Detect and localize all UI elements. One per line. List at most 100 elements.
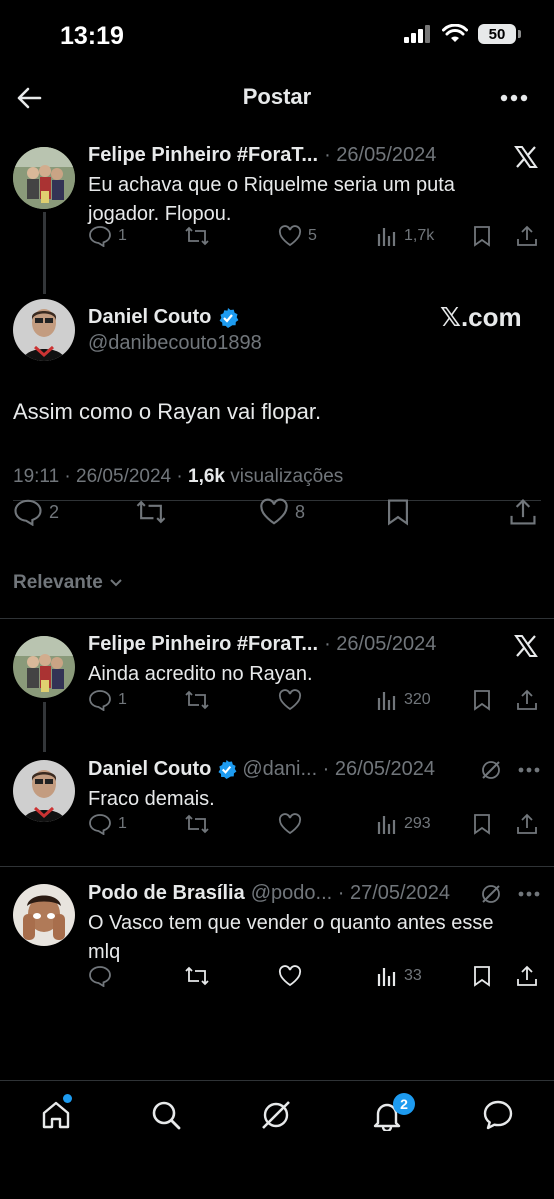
reply-count: 1 <box>118 691 127 708</box>
avatar-podo[interactable] <box>13 884 75 946</box>
bottom-nav: 2 <box>0 1080 554 1199</box>
views-icon <box>377 816 396 834</box>
sort-dropdown[interactable]: Relevante <box>13 572 123 594</box>
tweet-header: Felipe Pinheiro #ForaT... · 26/05/2024 <box>88 633 436 656</box>
tweet-timestamp: 19:11 · 26/05/2024 · 1,6k visualizações <box>13 466 343 488</box>
bookmark-icon[interactable] <box>385 498 411 526</box>
tweet-text-line: Eu achava que o Riquelme seria um puta <box>88 174 455 196</box>
tweet-text-line: jogador. Flopou. <box>88 203 232 225</box>
bookmark-icon[interactable] <box>472 225 492 247</box>
status-icons: 50 <box>404 24 521 44</box>
more-options-icon[interactable] <box>500 94 528 102</box>
views-button[interactable]: 293 <box>376 814 431 834</box>
wifi-icon <box>442 24 468 42</box>
heart-icon <box>260 498 288 525</box>
reply-button[interactable]: 1 <box>88 689 127 711</box>
avatar-daniel[interactable] <box>13 760 75 822</box>
like-button[interactable]: 8 <box>259 498 305 526</box>
author-name[interactable]: Podo de Brasília <box>88 882 245 905</box>
tweet-header: Daniel Couto @dani... · 26/05/2024 <box>88 758 435 781</box>
views-icon <box>377 228 396 246</box>
reply-icon <box>14 499 42 526</box>
reply-button[interactable]: 1 <box>88 225 127 247</box>
tweet-text: O Vasco tem que vender o quanto antes es… <box>88 909 493 967</box>
x-logo-icon <box>514 146 538 168</box>
reply-icon[interactable] <box>88 965 112 987</box>
grok-icon[interactable] <box>480 883 502 905</box>
verified-badge-icon <box>218 759 237 780</box>
nav-home[interactable] <box>40 1094 72 1131</box>
author-name: Daniel Couto <box>88 306 212 328</box>
bookmark-icon[interactable] <box>472 965 492 987</box>
author-name[interactable]: Felipe Pinheiro #ForaT... <box>88 144 318 167</box>
more-options-icon[interactable] <box>518 767 540 773</box>
home-icon <box>42 1101 70 1129</box>
retweet-icon[interactable] <box>184 814 210 834</box>
reply-button[interactable]: 2 <box>13 498 59 526</box>
main-author[interactable]: Daniel Couto <box>88 306 239 329</box>
retweet-icon[interactable] <box>184 966 210 986</box>
watermark-x-com: 𝕏.com <box>440 302 522 332</box>
views-button[interactable]: 1,7k <box>376 226 434 246</box>
signal-icon <box>404 25 430 43</box>
avatar-daniel[interactable] <box>13 299 75 361</box>
tweet-text-line: mlq <box>88 941 121 963</box>
like-button[interactable]: 5 <box>278 225 317 247</box>
tweet-date: @dani... · 26/05/2024 <box>242 758 435 780</box>
reply-icon <box>89 814 111 835</box>
tweet-text: Fraco demais. <box>88 788 215 810</box>
grok-nav-icon[interactable] <box>260 1099 292 1131</box>
views-icon <box>377 968 396 986</box>
notifications-badge: 2 <box>393 1093 415 1115</box>
avatar-felipe[interactable] <box>13 147 75 209</box>
verified-badge-icon <box>219 307 239 328</box>
reply-button[interactable]: 1 <box>88 813 127 835</box>
more-options-icon[interactable] <box>518 891 540 897</box>
views-count: 1,6k <box>188 466 225 487</box>
avatar-felipe[interactable] <box>13 636 75 698</box>
messages-icon[interactable] <box>482 1099 514 1131</box>
author-handle[interactable]: @danibecouto1898 <box>88 332 262 355</box>
bookmark-icon[interactable] <box>472 689 492 711</box>
grok-icon[interactable] <box>480 759 502 781</box>
like-count: 8 <box>295 501 306 522</box>
thread-line <box>43 702 46 752</box>
nav-notifications[interactable]: 2 <box>371 1093 415 1131</box>
bookmark-icon[interactable] <box>472 813 492 835</box>
reply-count: 2 <box>49 501 60 522</box>
x-logo-icon <box>514 635 538 657</box>
share-icon[interactable] <box>516 225 538 247</box>
retweet-icon[interactable] <box>184 226 210 246</box>
share-icon[interactable] <box>516 689 538 711</box>
tweet-header: Felipe Pinheiro #ForaT... · 26/05/2024 <box>88 144 436 167</box>
views-button[interactable]: 33 <box>376 966 422 986</box>
heart-icon[interactable] <box>278 689 302 711</box>
tweet-text: Ainda acredito no Rayan. <box>88 663 313 685</box>
search-icon[interactable] <box>150 1099 182 1131</box>
thread-line <box>43 212 46 294</box>
retweet-icon[interactable] <box>184 690 210 710</box>
heart-icon[interactable] <box>278 965 302 987</box>
home-dot <box>63 1094 72 1103</box>
tweet-date: @podo... · 27/05/2024 <box>250 882 451 904</box>
divider <box>0 866 554 867</box>
share-icon[interactable] <box>516 965 538 987</box>
reply-icon <box>89 690 111 711</box>
chevron-down-icon <box>110 579 122 587</box>
author-name[interactable]: Daniel Couto <box>88 758 211 781</box>
main-tweet-text: Assim como o Rayan vai flopar. <box>13 399 322 424</box>
tweet-date: · 26/05/2024 <box>324 144 437 166</box>
share-icon[interactable] <box>509 498 537 526</box>
like-count: 5 <box>308 227 317 244</box>
tweet-header: Podo de Brasília @podo... · 27/05/2024 <box>88 882 450 905</box>
heart-icon[interactable] <box>278 813 302 835</box>
tweet-date: · 26/05/2024 <box>324 633 437 655</box>
views-count: 1,7k <box>404 227 435 244</box>
author-name[interactable]: Felipe Pinheiro #ForaT... <box>88 633 318 656</box>
retweet-icon[interactable] <box>135 499 167 525</box>
views-count: 293 <box>404 815 431 832</box>
views-icon <box>377 692 396 710</box>
views-label: visualizações <box>224 466 344 487</box>
views-button[interactable]: 320 <box>376 690 431 710</box>
share-icon[interactable] <box>516 813 538 835</box>
